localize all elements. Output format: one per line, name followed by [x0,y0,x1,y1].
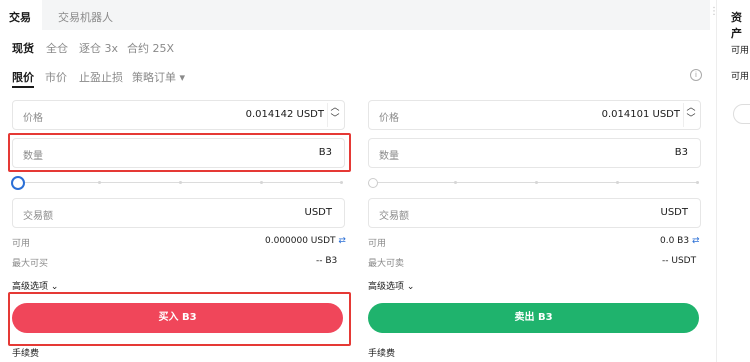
tab-trading-bot[interactable]: 交易机器人 [58,9,113,25]
sell-price-label: 价格 [379,113,399,124]
sell-qty-field[interactable]: 数量 B3 [368,138,701,168]
buy-avail-label: 可用 [12,239,31,249]
mode-contract[interactable]: 合约 25X [127,40,174,56]
chevron-up-icon[interactable]: ︿ [328,103,342,114]
panel-divider [716,0,717,362]
sell-amount-label: 交易额 [379,211,409,222]
buy-qty-highlight [8,133,351,172]
mode-cross[interactable]: 全仓 [46,40,68,56]
sell-price-value[interactable]: 0.014101 USDT [602,109,680,120]
asset-avail-1: 可用 [731,46,750,56]
info-icon[interactable]: i [690,69,702,81]
buy-slider-mark[interactable] [98,181,101,184]
transfer-icon[interactable]: ⇄ [692,236,700,246]
chevron-up-icon[interactable]: ︿ [684,103,698,114]
buy-slider-mark[interactable] [260,181,263,184]
order-type-market[interactable]: 市价 [45,69,67,85]
order-type-strategy[interactable]: 策略订单 ▾ [132,69,185,85]
sell-button[interactable]: 卖出 B3 [368,303,699,333]
buy-amount-field[interactable]: 交易额 USDT [12,198,345,228]
tab-trade[interactable]: 交易 [9,9,31,25]
sell-slider-mark[interactable] [696,181,699,184]
buy-amount-label: 交易额 [23,211,53,222]
order-type-underline [12,86,34,88]
sell-price-field[interactable]: 价格 0.014101 USDT ︿ ﹀ [368,100,701,130]
drag-handle-icon[interactable]: ⋮ [709,6,719,17]
sell-qty-label: 数量 [379,151,399,162]
buy-price-value[interactable]: 0.014142 USDT [246,109,324,120]
buy-slider-handle[interactable] [11,176,25,190]
sell-max-value: -- USDT [662,256,697,266]
sell-amount-unit: USDT [660,207,688,218]
buy-advanced-toggle[interactable]: 高级选项 ⌄ [12,279,58,292]
chevron-down-icon: ⌄ [406,282,415,292]
buy-price-stepper[interactable]: ︿ ﹀ [327,103,342,127]
asset-avail-2: 可用 [731,72,750,82]
sell-slider-handle[interactable] [368,178,378,188]
asset-action-button[interactable] [733,104,750,124]
buy-max-value: -- B3 [316,256,338,266]
sell-max-label: 最大可卖 [368,259,405,269]
buy-max-label: 最大可买 [12,259,49,269]
buy-price-field[interactable]: 价格 0.014142 USDT ︿ ﹀ [12,100,345,130]
mode-isolated[interactable]: 逐仓 3x [79,40,118,56]
sell-amount-field[interactable]: 交易额 USDT [368,198,701,228]
sell-slider-mark[interactable] [616,181,619,184]
buy-price-label: 价格 [23,113,43,124]
buy-amount-unit: USDT [304,207,332,218]
sell-price-stepper[interactable]: ︿ ﹀ [683,103,698,127]
order-type-tpsl[interactable]: 止盈止损 [79,69,123,85]
mode-spot[interactable]: 现货 [12,40,34,56]
buy-fee-label: 手续费 [12,349,40,359]
sell-slider-mark[interactable] [535,181,538,184]
sell-avail-value: 0.0 B3 ⇄ [660,236,700,246]
asset-title: 资产 [731,11,742,40]
sell-slider-mark[interactable] [454,181,457,184]
transfer-icon[interactable]: ⇄ [338,236,346,246]
chevron-down-icon: ⌄ [50,282,59,292]
buy-slider-track[interactable] [18,181,343,184]
sell-qty-unit: B3 [674,147,688,158]
buy-button-highlight [8,292,351,346]
sell-avail-label: 可用 [368,239,387,249]
buy-avail-value: 0.000000 USDT ⇄ [265,236,346,246]
sell-fee-label: 手续费 [368,349,396,359]
buy-slider-mark[interactable] [179,181,182,184]
chevron-down-icon[interactable]: ﹀ [684,114,698,125]
buy-slider-mark[interactable] [340,181,343,184]
chevron-down-icon[interactable]: ﹀ [328,114,342,125]
sell-advanced-toggle[interactable]: 高级选项 ⌄ [368,279,414,292]
order-type-limit[interactable]: 限价 [12,69,34,85]
sell-slider-track[interactable] [374,181,699,184]
